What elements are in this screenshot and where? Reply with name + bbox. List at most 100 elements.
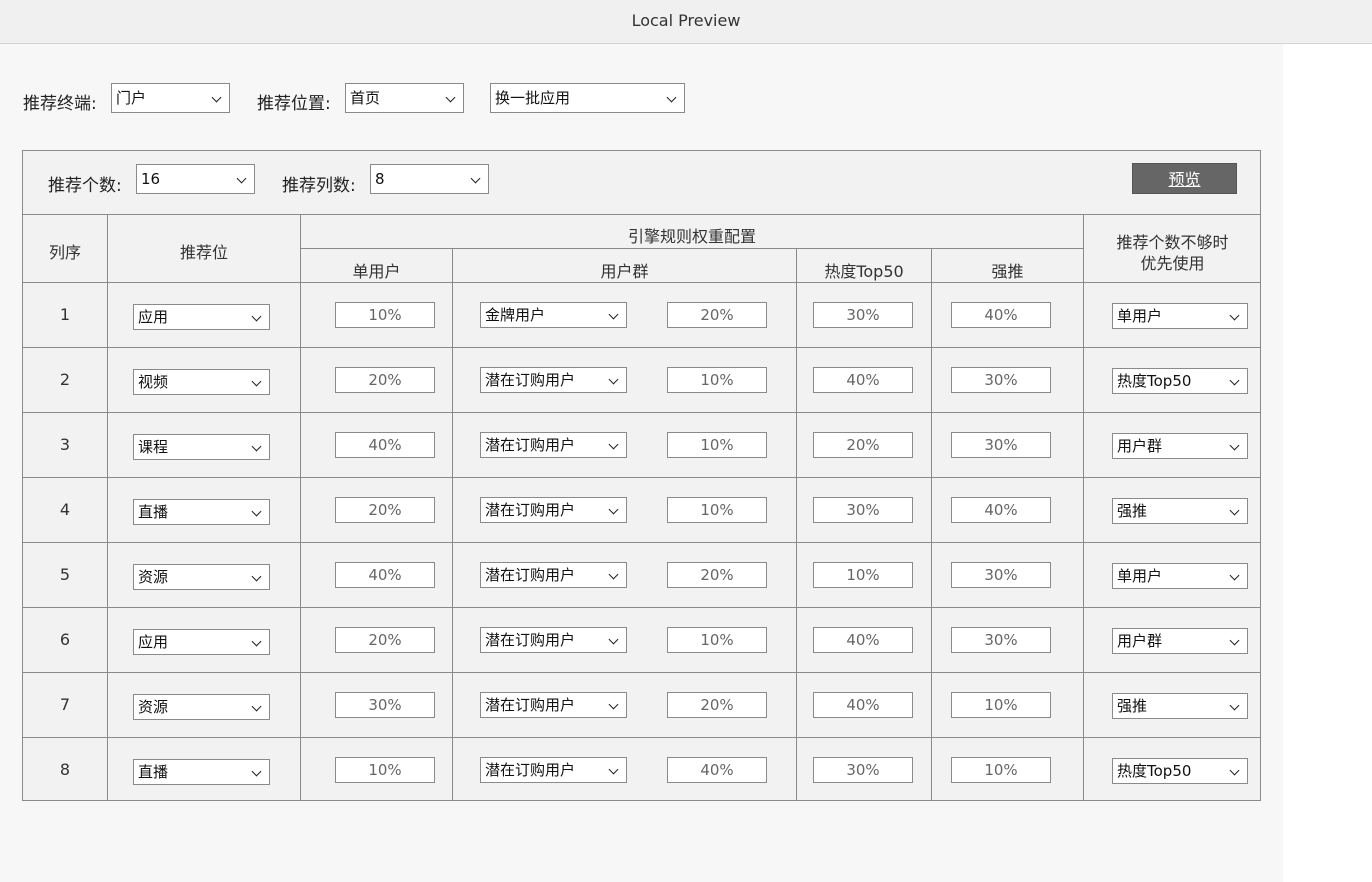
fallback-select-value: 强推 <box>1117 502 1148 520</box>
hot-top50-weight-input[interactable]: 40% <box>813 627 913 653</box>
terminal-label: 推荐终端: <box>23 94 97 114</box>
user-group-select-value: 潜在订购用户 <box>485 436 576 454</box>
fallback-select[interactable]: 用户群 <box>1112 433 1248 459</box>
columns-select[interactable]: 8 <box>370 164 489 194</box>
chevron-down-icon <box>251 701 262 712</box>
user-group-weight-input[interactable]: 10% <box>667 432 767 458</box>
preview-button[interactable]: 预览 <box>1132 163 1237 194</box>
fallback-select[interactable]: 强推 <box>1112 693 1248 719</box>
slot-select-value: 直播 <box>138 763 169 781</box>
header-fallback-line2: 优先使用 <box>1140 254 1205 273</box>
hot-top50-weight-input[interactable]: 40% <box>813 367 913 393</box>
user-group-select[interactable]: 潜在订购用户 <box>480 497 627 523</box>
single-user-weight-input[interactable]: 10% <box>335 757 435 783</box>
chevron-down-icon <box>251 311 262 322</box>
fallback-select[interactable]: 用户群 <box>1112 628 1248 654</box>
slot-select[interactable]: 直播 <box>133 499 270 525</box>
user-group-weight-input[interactable]: 20% <box>667 302 767 328</box>
slot-select[interactable]: 资源 <box>133 564 270 590</box>
user-group-select-value: 金牌用户 <box>485 306 546 324</box>
push-weight-input[interactable]: 40% <box>951 302 1051 328</box>
subheader-divider <box>300 248 1084 249</box>
single-user-weight-input[interactable]: 10% <box>335 302 435 328</box>
chevron-down-icon <box>666 92 677 103</box>
count-select-value: 16 <box>141 170 161 188</box>
user-group-select[interactable]: 潜在订购用户 <box>480 367 627 393</box>
chevron-down-icon <box>1229 505 1240 516</box>
batch-select[interactable]: 换一批应用 <box>490 83 685 113</box>
fallback-select[interactable]: 单用户 <box>1112 563 1248 589</box>
push-weight-input[interactable]: 30% <box>951 367 1051 393</box>
slot-select[interactable]: 直播 <box>133 759 270 785</box>
user-group-weight-input[interactable]: 10% <box>667 367 767 393</box>
hot-top50-weight-input[interactable]: 30% <box>813 757 913 783</box>
header-engine: 引擎规则权重配置 <box>627 227 756 246</box>
push-weight-input[interactable]: 10% <box>951 757 1051 783</box>
row-divider <box>22 607 1261 608</box>
fallback-select[interactable]: 热度Top50 <box>1112 368 1248 394</box>
single-user-weight-input[interactable]: 30% <box>335 692 435 718</box>
single-user-weight-input[interactable]: 20% <box>335 497 435 523</box>
slot-select[interactable]: 视频 <box>133 369 270 395</box>
position-label: 推荐位置: <box>257 94 331 114</box>
user-group-weight-input[interactable]: 20% <box>667 562 767 588</box>
slot-select[interactable]: 应用 <box>133 304 270 330</box>
row-order: 2 <box>59 370 71 389</box>
fallback-select[interactable]: 强推 <box>1112 498 1248 524</box>
user-group-select[interactable]: 潜在订购用户 <box>480 692 627 718</box>
hot-top50-weight-input[interactable]: 30% <box>813 497 913 523</box>
chevron-down-icon <box>1229 375 1240 386</box>
user-group-weight-input[interactable]: 40% <box>667 757 767 783</box>
fallback-select[interactable]: 单用户 <box>1112 303 1248 329</box>
header-push: 强推 <box>991 262 1024 281</box>
chevron-down-icon <box>608 699 619 710</box>
slot-select[interactable]: 资源 <box>133 694 270 720</box>
fallback-select[interactable]: 热度Top50 <box>1112 758 1248 784</box>
slot-select-value: 资源 <box>138 698 169 716</box>
single-user-weight-input[interactable]: 20% <box>335 367 435 393</box>
hot-top50-weight-input[interactable]: 10% <box>813 562 913 588</box>
slot-select[interactable]: 课程 <box>133 434 270 460</box>
fallback-select-value: 用户群 <box>1117 437 1163 455</box>
slot-select[interactable]: 应用 <box>133 629 270 655</box>
row-divider <box>22 672 1261 673</box>
chevron-down-icon <box>251 441 262 452</box>
col-divider <box>300 214 301 800</box>
user-group-weight-input[interactable]: 20% <box>667 692 767 718</box>
chevron-down-icon <box>251 376 262 387</box>
chevron-down-icon <box>608 374 619 385</box>
single-user-weight-input[interactable]: 40% <box>335 432 435 458</box>
push-weight-input[interactable]: 40% <box>951 497 1051 523</box>
user-group-select[interactable]: 潜在订购用户 <box>480 757 627 783</box>
user-group-select[interactable]: 潜在订购用户 <box>480 627 627 653</box>
chevron-down-icon <box>211 92 222 103</box>
terminal-select[interactable]: 门户 <box>111 83 230 113</box>
hot-top50-weight-input[interactable]: 30% <box>813 302 913 328</box>
count-select[interactable]: 16 <box>136 164 255 194</box>
slot-select-value: 课程 <box>138 438 169 456</box>
hot-top50-weight-input[interactable]: 20% <box>813 432 913 458</box>
single-user-weight-input[interactable]: 40% <box>335 562 435 588</box>
push-weight-input[interactable]: 30% <box>951 627 1051 653</box>
push-weight-input[interactable]: 10% <box>951 692 1051 718</box>
user-group-select-value: 潜在订购用户 <box>485 696 576 714</box>
chevron-down-icon <box>1229 570 1240 581</box>
user-group-select[interactable]: 金牌用户 <box>480 302 627 328</box>
slot-select-value: 资源 <box>138 568 169 586</box>
position-select-value: 首页 <box>350 89 381 107</box>
single-user-weight-input[interactable]: 20% <box>335 627 435 653</box>
batch-select-value: 换一批应用 <box>495 89 571 107</box>
fallback-select-value: 热度Top50 <box>1117 762 1192 780</box>
user-group-select[interactable]: 潜在订购用户 <box>480 562 627 588</box>
fallback-select-value: 热度Top50 <box>1117 372 1192 390</box>
fallback-select-value: 单用户 <box>1117 307 1163 325</box>
user-group-weight-input[interactable]: 10% <box>667 497 767 523</box>
position-select[interactable]: 首页 <box>345 83 464 113</box>
col-divider <box>107 214 108 800</box>
push-weight-input[interactable]: 30% <box>951 562 1051 588</box>
row-divider <box>22 412 1261 413</box>
user-group-weight-input[interactable]: 10% <box>667 627 767 653</box>
hot-top50-weight-input[interactable]: 40% <box>813 692 913 718</box>
user-group-select[interactable]: 潜在订购用户 <box>480 432 627 458</box>
push-weight-input[interactable]: 30% <box>951 432 1051 458</box>
